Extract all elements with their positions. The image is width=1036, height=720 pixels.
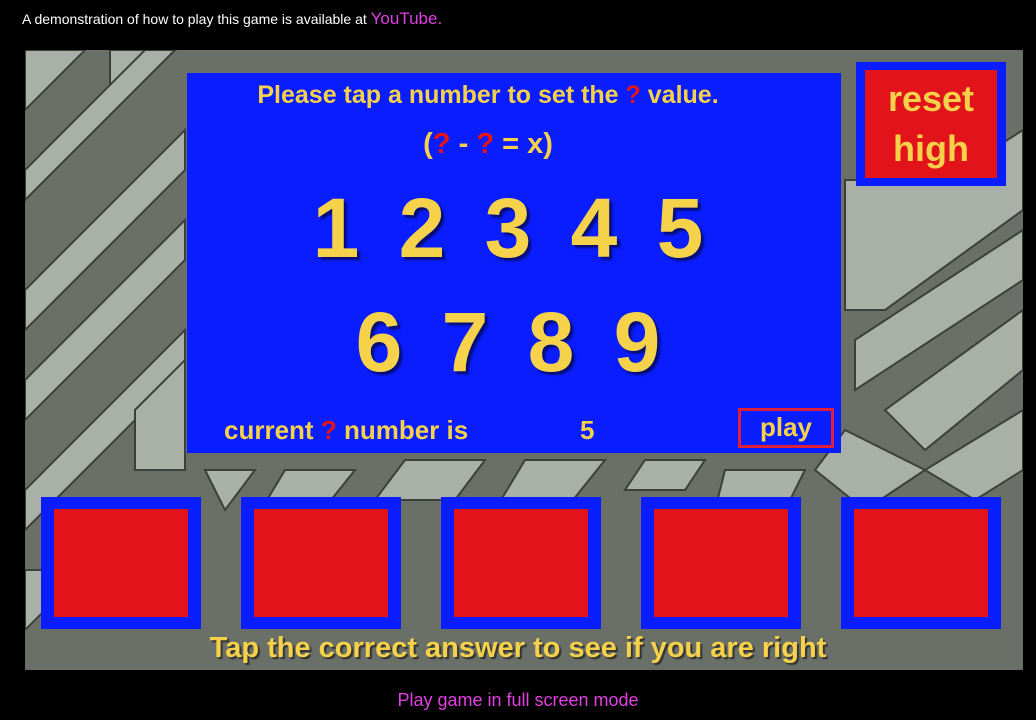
number-1-button[interactable]: 1 [306,186,366,270]
reset-line-2: high [893,128,969,169]
top-notice-text: A demonstration of how to play this game… [22,11,367,27]
formula-open: ( [423,128,433,160]
number-5-button[interactable]: 5 [650,186,710,270]
number-2-button[interactable]: 2 [392,186,452,270]
answer-tile-5[interactable] [841,497,1001,629]
answer-tile-1[interactable] [41,497,201,629]
status-question-mark: ? [320,415,337,445]
prompt-before: Please tap a number to set the [257,81,619,109]
fullscreen-link[interactable]: Play game in full screen mode [0,690,1036,711]
reset-high-label: reset high [865,70,997,178]
number-6-button[interactable]: 6 [349,300,409,384]
number-8-button[interactable]: 8 [521,300,581,384]
answer-tile-3[interactable] [441,497,601,629]
formula-minus: - [458,128,469,160]
play-button[interactable]: play [738,408,834,448]
formula-mark-1: ? [432,128,451,160]
current-number-status: current ? number is [224,415,468,446]
answer-tile-5-face [854,509,988,617]
formula-rest: = x) [502,128,553,160]
status-before: current [224,415,314,445]
answer-tile-2[interactable] [241,497,401,629]
number-7-button[interactable]: 7 [435,300,495,384]
answer-tile-1-face [54,509,188,617]
number-9-button[interactable]: 9 [607,300,667,384]
formula-mark-2: ? [476,128,495,160]
prompt-after: value. [647,81,719,109]
instruction-text: Tap the correct answer to see if you are… [209,632,827,664]
youtube-link[interactable]: YouTube. [371,9,443,28]
answer-tile-3-face [454,509,588,617]
number-4-button[interactable]: 4 [564,186,624,270]
reset-high-button[interactable]: reset high [856,62,1006,186]
answer-tile-4[interactable] [641,497,801,629]
answer-tile-2-face [254,509,388,617]
reset-line-1: reset [887,78,975,119]
status-after: number is [343,415,469,445]
answer-tile-4-face [654,509,788,617]
question-mark: ? [625,81,641,109]
current-number-value: 5 [580,415,595,445]
number-3-button[interactable]: 3 [478,186,538,270]
top-notice: A demonstration of how to play this game… [22,9,442,29]
